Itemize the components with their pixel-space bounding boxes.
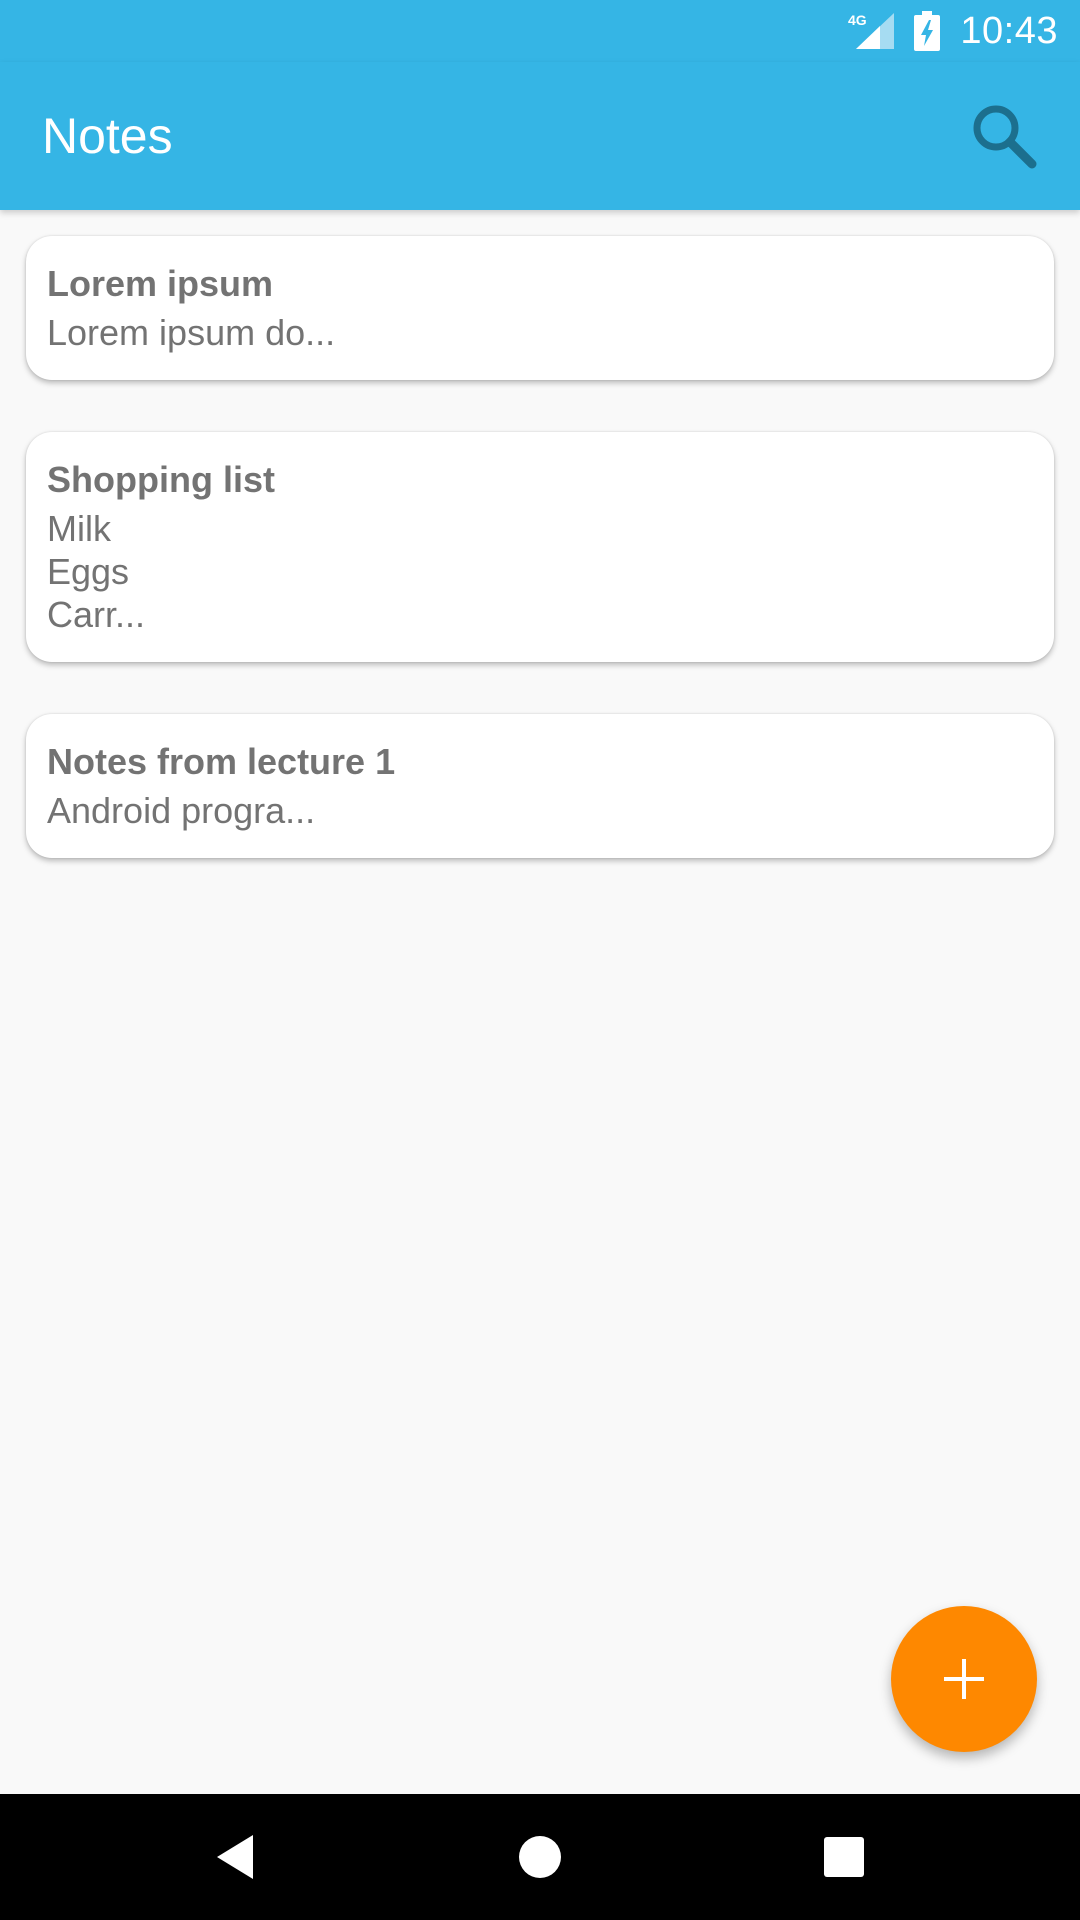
- back-button[interactable]: [201, 1822, 271, 1892]
- note-card[interactable]: Notes from lecture 1 Android progra...: [26, 714, 1054, 858]
- search-icon: [973, 105, 1037, 169]
- home-icon: [519, 1836, 561, 1878]
- status-icons: 4G 10:43: [848, 0, 1058, 62]
- note-preview: Lorem ipsum do...: [47, 312, 336, 353]
- note-preview: Android progra...: [47, 790, 316, 831]
- note-title: Lorem ipsum: [47, 263, 274, 304]
- note-card[interactable]: Shopping list Milk Eggs Carr...: [26, 432, 1054, 662]
- network-type-label: 4G: [848, 12, 867, 28]
- navigation-bar: [0, 1794, 1080, 1920]
- note-preview: Milk Eggs Carr...: [47, 508, 146, 635]
- back-icon: [217, 1835, 253, 1879]
- recents-button[interactable]: [809, 1822, 879, 1892]
- add-note-button[interactable]: [891, 1606, 1037, 1752]
- status-bar: 4G 10:43: [0, 0, 1080, 62]
- search-button[interactable]: [966, 98, 1042, 174]
- battery-charging-icon: [914, 11, 941, 51]
- cellular-signal-icon: 4G: [848, 12, 895, 49]
- recents-icon: [824, 1837, 864, 1877]
- note-title: Notes from lecture 1: [47, 741, 396, 782]
- app-title: Notes: [42, 108, 173, 164]
- note-title: Shopping list: [47, 459, 275, 500]
- status-clock: 10:43: [960, 9, 1058, 52]
- note-card[interactable]: Lorem ipsum Lorem ipsum do...: [26, 236, 1054, 380]
- home-button[interactable]: [505, 1822, 575, 1892]
- app-bar: Notes: [0, 62, 1080, 210]
- plus-icon: [944, 1659, 984, 1699]
